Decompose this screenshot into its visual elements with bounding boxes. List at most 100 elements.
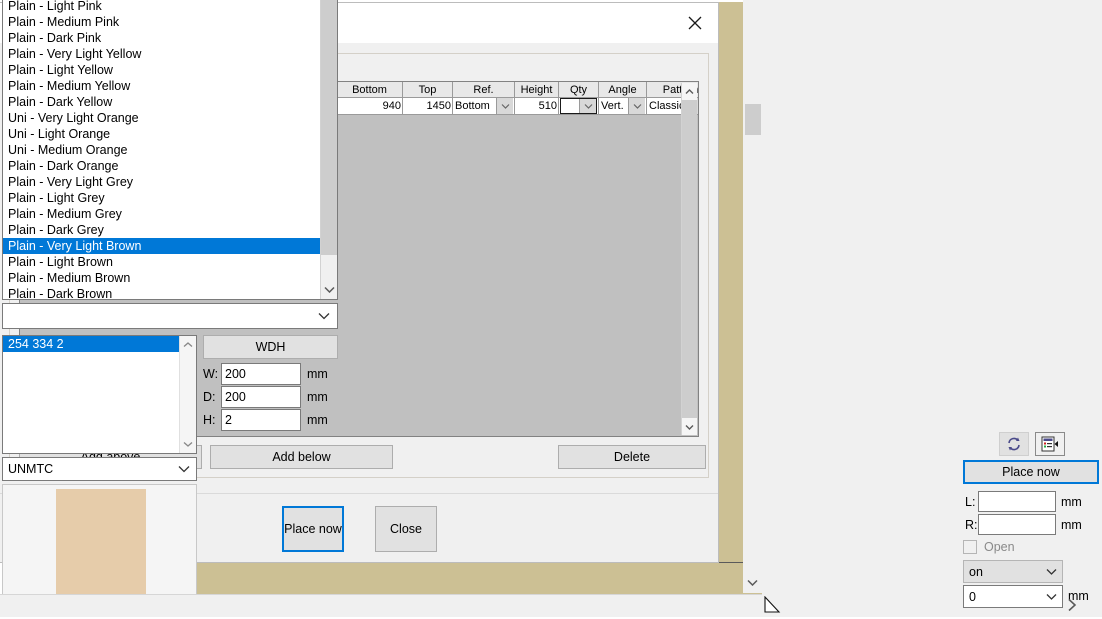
col-angle[interactable]: Angle: [599, 82, 647, 98]
cell-ref[interactable]: Bottom: [453, 98, 515, 115]
col-height[interactable]: Height: [515, 82, 559, 98]
open-checkbox-row[interactable]: Open: [963, 538, 1100, 556]
height-input[interactable]: [221, 409, 301, 431]
offset-select[interactable]: 0: [963, 585, 1063, 608]
height-label: H:: [203, 413, 221, 427]
properties-icon[interactable]: [1035, 432, 1065, 456]
list-item[interactable]: Uni - Medium Orange: [3, 142, 337, 158]
left-margin-input[interactable]: [978, 491, 1056, 512]
depth-field-row: D: mm: [203, 384, 338, 409]
materials-scrollbar[interactable]: [320, 0, 337, 299]
chevron-down-icon[interactable]: [1040, 568, 1062, 575]
chevron-down-icon[interactable]: [172, 465, 196, 473]
app-scrollbar-thumb[interactable]: [745, 104, 761, 135]
list-item[interactable]: Plain - Dark Grey: [3, 222, 337, 238]
col-bottom[interactable]: Bottom: [337, 82, 403, 98]
chevron-down-icon[interactable]: [628, 98, 645, 114]
scroll-down-icon[interactable]: [321, 279, 337, 299]
chevron-down-icon[interactable]: [496, 98, 513, 114]
col-qty[interactable]: Qty: [559, 82, 599, 98]
right-margin-input[interactable]: [978, 514, 1056, 535]
add-below-button[interactable]: Add below: [210, 445, 393, 469]
open-checkbox[interactable]: [963, 540, 977, 554]
mode-select-value: on: [964, 565, 1040, 579]
right-margin-unit: mm: [1061, 518, 1082, 532]
cell-angle-value: Vert.: [600, 98, 628, 114]
place-now-button[interactable]: Place now: [282, 506, 344, 552]
chevron-down-icon[interactable]: [1040, 593, 1062, 600]
list-item[interactable]: Plain - Medium Grey: [3, 206, 337, 222]
left-margin-unit: mm: [1061, 495, 1082, 509]
cell-ref-value: Bottom: [454, 98, 496, 114]
offset-select-value: 0: [964, 590, 1040, 604]
width-input[interactable]: [221, 363, 301, 385]
open-checkbox-label: Open: [984, 540, 1015, 554]
list-item[interactable]: Plain - Medium Yellow: [3, 78, 337, 94]
grid-vertical-scrollbar[interactable]: [681, 83, 697, 435]
mode-select[interactable]: on: [963, 560, 1063, 583]
preview-swatch: [56, 489, 146, 609]
scroll-up-icon[interactable]: [682, 83, 697, 100]
close-icon[interactable]: [672, 3, 718, 43]
scroll-down-icon[interactable]: [682, 418, 697, 435]
list-item[interactable]: Plain - Medium Pink: [3, 14, 337, 30]
list-item[interactable]: Plain - Very Light Grey: [3, 174, 337, 190]
scroll-up-icon[interactable]: [180, 336, 196, 354]
left-margin-row: L: mm: [965, 490, 1102, 513]
list-item[interactable]: Plain - Dark Orange: [3, 158, 337, 174]
materials-list: Plain - Light PinkPlain - Medium PinkPla…: [3, 0, 337, 300]
cell-angle[interactable]: Vert.: [599, 98, 647, 115]
list-item[interactable]: Plain - Light Grey: [3, 190, 337, 206]
app-bottom-strip: [0, 594, 762, 617]
chevron-down-icon[interactable]: [579, 99, 596, 113]
cell-bottom[interactable]: 940: [337, 98, 403, 115]
sizes-list: 254 334 2: [3, 336, 196, 352]
close-button[interactable]: Close: [375, 506, 437, 552]
chevron-down-icon[interactable]: [311, 312, 337, 320]
reference-select[interactable]: UNMTC: [2, 457, 197, 481]
materials-scrollbar-thumb[interactable]: [321, 0, 337, 255]
refresh-icon[interactable]: [999, 432, 1029, 456]
reference-select-value: UNMTC: [3, 462, 172, 476]
list-item[interactable]: Plain - Very Light Yellow: [3, 46, 337, 62]
col-ref[interactable]: Ref.: [453, 82, 515, 98]
list-item[interactable]: Plain - Dark Yellow: [3, 94, 337, 110]
wdh-button[interactable]: WDH: [203, 335, 338, 359]
mouse-cursor-icon: [764, 596, 782, 616]
materials-listbox[interactable]: Plain - Light PinkPlain - Medium PinkPla…: [2, 0, 338, 300]
list-item[interactable]: Plain - Light Pink: [3, 0, 337, 14]
app-vertical-scrollbar[interactable]: [743, 0, 762, 593]
sizes-listbox[interactable]: 254 334 2: [2, 335, 197, 454]
grid-scrollbar-thumb[interactable]: [682, 100, 697, 418]
right-margin-label: R:: [965, 518, 978, 532]
list-item[interactable]: 254 334 2: [3, 336, 196, 352]
height-unit: mm: [307, 413, 328, 427]
chevron-right-icon[interactable]: [1067, 598, 1077, 615]
height-field-row: H: mm: [203, 407, 338, 432]
col-top[interactable]: Top: [403, 82, 453, 98]
width-label: W:: [203, 367, 221, 381]
sizes-scrollbar[interactable]: [179, 336, 196, 453]
depth-input[interactable]: [221, 386, 301, 408]
scroll-down-icon[interactable]: [743, 571, 762, 593]
place-now-right-button[interactable]: Place now: [963, 460, 1099, 484]
depth-unit: mm: [307, 390, 328, 404]
list-item[interactable]: Uni - Very Light Orange: [3, 110, 337, 126]
list-item[interactable]: Plain - Very Light Brown: [3, 238, 337, 254]
delete-button[interactable]: Delete: [558, 445, 706, 469]
list-item[interactable]: Plain - Dark Brown: [3, 286, 337, 300]
scroll-down-icon[interactable]: [180, 435, 196, 453]
right-margin-row: R: mm: [965, 513, 1102, 536]
cell-qty-value[interactable]: [561, 99, 579, 113]
list-item[interactable]: Plain - Light Brown: [3, 254, 337, 270]
list-item[interactable]: Uni - Light Orange: [3, 126, 337, 142]
list-item[interactable]: Plain - Medium Brown: [3, 270, 337, 286]
list-item[interactable]: Plain - Light Yellow: [3, 62, 337, 78]
list-item[interactable]: Plain - Dark Pink: [3, 30, 337, 46]
category-select[interactable]: [2, 303, 338, 329]
width-field-row: W: mm: [203, 361, 338, 386]
cell-height[interactable]: 510: [515, 98, 559, 115]
width-unit: mm: [307, 367, 328, 381]
cell-top[interactable]: 1450: [403, 98, 453, 115]
cell-qty[interactable]: [559, 98, 599, 115]
